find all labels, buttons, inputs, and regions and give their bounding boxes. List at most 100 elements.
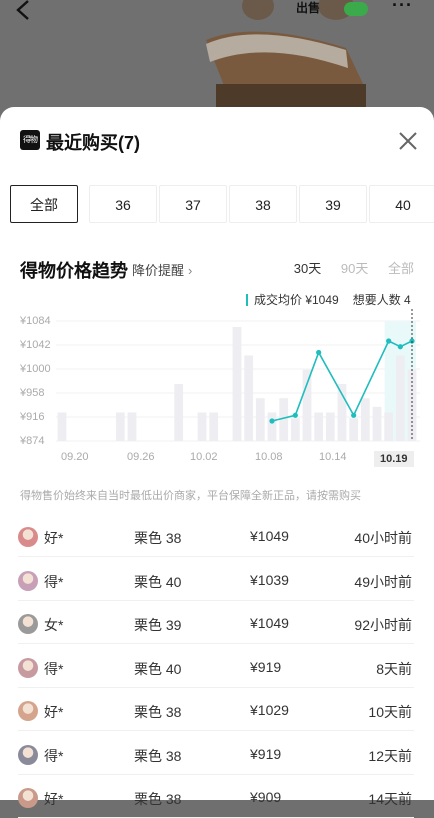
purchase-price: ¥1049 bbox=[250, 615, 289, 631]
buyer-name: 好* bbox=[44, 791, 64, 807]
buyer-name: 得* bbox=[44, 747, 64, 764]
purchase-time: 14天前 bbox=[368, 791, 412, 807]
purchase-time: 40小时前 bbox=[354, 530, 412, 546]
want-bar bbox=[290, 418, 300, 441]
avatar-icon bbox=[18, 744, 38, 765]
chat-icon[interactable] bbox=[344, 2, 368, 16]
price-line-segment bbox=[317, 352, 355, 416]
range-tab-30d[interactable]: 30天 bbox=[294, 261, 321, 276]
want-bar bbox=[209, 412, 219, 441]
close-icon[interactable] bbox=[396, 129, 420, 153]
price-point bbox=[386, 338, 392, 344]
purchase-price: ¥1049 bbox=[250, 528, 289, 544]
want-bar bbox=[395, 355, 405, 441]
range-tabs: 30天 90天 全部 bbox=[278, 258, 414, 277]
purchase-row: 女* 栗色 39 ¥1049 92小时前 bbox=[0, 602, 434, 644]
price-trend-chart[interactable] bbox=[10, 309, 424, 459]
purchase-price: ¥1029 bbox=[250, 702, 289, 718]
want-bar bbox=[174, 384, 184, 441]
price-point bbox=[292, 412, 298, 418]
range-tab-all[interactable]: 全部 bbox=[388, 261, 414, 276]
purchase-row: 好* 栗色 38 ¥1049 40小时前 bbox=[0, 515, 434, 557]
x-tick-label: 09.20 bbox=[61, 451, 89, 463]
purchase-row: 好* 栗色 38 ¥1029 10天前 bbox=[0, 689, 434, 731]
purchase-spec: 栗色 38 bbox=[134, 704, 182, 720]
purchase-time: 10天前 bbox=[368, 704, 412, 720]
size-tab-37[interactable]: 37 bbox=[159, 185, 227, 223]
sell-button[interactable]: 出售 bbox=[296, 0, 320, 16]
back-button[interactable] bbox=[16, 0, 46, 24]
purchase-spec: 栗色 39 bbox=[134, 617, 182, 633]
want-bar bbox=[360, 398, 370, 441]
x-tick-label: 09.26 bbox=[127, 451, 155, 463]
buyer-name: 得* bbox=[44, 660, 64, 677]
price-point bbox=[351, 412, 357, 418]
purchase-time: 8天前 bbox=[376, 660, 412, 677]
x-tick-label-selected: 10.19 bbox=[374, 451, 414, 467]
purchase-price: ¥919 bbox=[250, 658, 282, 675]
purchase-time: 12天前 bbox=[368, 747, 412, 764]
purchase-spec: 栗色 40 bbox=[134, 573, 182, 590]
chevron-left-icon bbox=[16, 0, 29, 20]
purchase-spec: 栗色 38 bbox=[134, 530, 182, 546]
purchase-time: 92小时前 bbox=[354, 617, 412, 633]
x-tick-label: 10.08 bbox=[255, 451, 283, 463]
want-bar bbox=[244, 355, 254, 441]
price-alert-link[interactable]: 降价提醒 › bbox=[132, 260, 192, 279]
want-bar bbox=[384, 412, 394, 441]
sheet-title: 最近购买(7) bbox=[46, 133, 140, 153]
row-divider bbox=[18, 773, 414, 775]
price-alert-label: 降价提醒 bbox=[132, 263, 185, 278]
want-bar bbox=[325, 412, 335, 441]
want-bar bbox=[255, 398, 265, 441]
size-filter-bar: 全部 36 37 38 39 40 bbox=[10, 185, 434, 225]
size-tab-all[interactable]: 全部 bbox=[10, 185, 78, 223]
buyer-name: 女* bbox=[44, 617, 64, 633]
purchase-row: 得* 栗色 40 ¥1039 49小时前 bbox=[0, 559, 434, 601]
price-disclaimer: 得物售价始终来自当时最低出价商家，平台保障全新正品，请按需购买 bbox=[20, 490, 361, 502]
legend-avg-price: 成交均价 ¥1049 bbox=[254, 293, 339, 307]
sheet-header: 得物 最近购买(7) bbox=[0, 107, 434, 171]
row-divider bbox=[18, 599, 414, 601]
want-bar bbox=[267, 412, 277, 441]
price-line-segment bbox=[352, 340, 390, 416]
chevron-right-icon: › bbox=[188, 263, 193, 278]
want-bar bbox=[337, 384, 347, 441]
want-bar bbox=[115, 412, 125, 441]
want-bar bbox=[197, 412, 207, 441]
avatar-icon bbox=[18, 570, 38, 591]
purchase-row: 得* 栗色 38 ¥919 12天前 bbox=[0, 733, 434, 775]
purchase-time: 49小时前 bbox=[354, 573, 412, 590]
want-bar bbox=[127, 412, 137, 441]
purchase-spec: 栗色 38 bbox=[134, 747, 182, 764]
row-divider bbox=[18, 730, 414, 731]
buyer-name: 好* bbox=[44, 704, 64, 720]
price-point bbox=[269, 418, 275, 424]
buyer-name: 好* bbox=[44, 530, 64, 546]
recent-purchases-sheet: 得物 最近购买(7) 全部 36 37 38 39 40 得物价格趋势 降价提醒… bbox=[0, 107, 434, 818]
price-point bbox=[316, 349, 322, 356]
avatar-icon bbox=[18, 788, 38, 808]
legend-want-count: 想要人数 4 bbox=[352, 293, 411, 307]
avatar-icon bbox=[18, 657, 38, 678]
price-trend-card: 得物价格趋势 降价提醒 › 30天 90天 全部 成交均价 ¥1049 想要人数 4… bbox=[10, 237, 424, 502]
legend-marker bbox=[246, 294, 248, 306]
purchase-price: ¥919 bbox=[250, 745, 282, 762]
x-tick-label: 10.14 bbox=[319, 451, 347, 463]
more-button[interactable]: ··· bbox=[392, 0, 413, 14]
range-tab-90d[interactable]: 90天 bbox=[341, 261, 368, 276]
size-tab-36[interactable]: 36 bbox=[89, 185, 157, 223]
want-bar bbox=[349, 418, 359, 441]
chart-legend: 成交均价 ¥1049 想要人数 4 bbox=[246, 291, 411, 308]
avatar-icon bbox=[18, 527, 38, 547]
buyer-name: 得* bbox=[44, 573, 64, 590]
row-divider bbox=[18, 556, 414, 557]
size-tab-39[interactable]: 39 bbox=[299, 185, 367, 223]
purchase-row: 好* 栗色 38 ¥909 14天前 bbox=[0, 776, 434, 818]
size-tab-38[interactable]: 38 bbox=[229, 185, 297, 223]
x-tick-label: 10.02 bbox=[190, 451, 218, 463]
avatar-icon bbox=[18, 701, 38, 721]
size-tab-40[interactable]: 40 bbox=[369, 185, 434, 223]
price-point bbox=[397, 344, 403, 350]
want-bar bbox=[372, 406, 382, 441]
